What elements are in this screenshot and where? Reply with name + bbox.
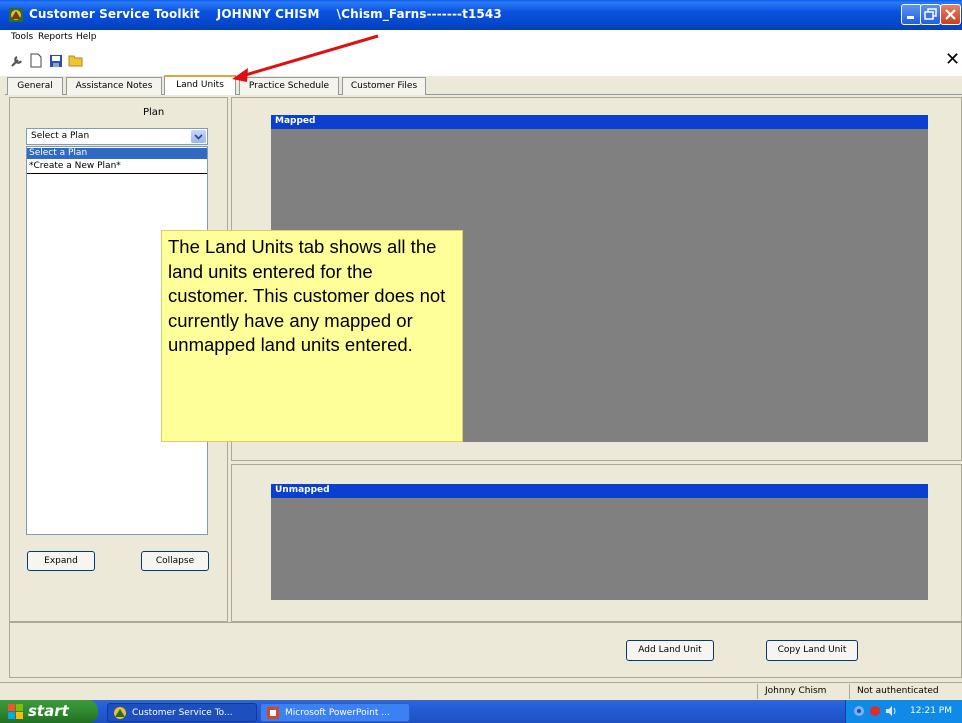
plan-select-value: Select a Plan bbox=[31, 131, 90, 141]
start-label: start bbox=[28, 702, 69, 720]
plan-option-create[interactable]: *Create a New Plan* bbox=[27, 161, 207, 172]
open-folder-icon[interactable] bbox=[68, 54, 84, 67]
plan-list-divider bbox=[27, 173, 207, 174]
shield-icon[interactable] bbox=[869, 705, 881, 717]
tray-clock: 12:21 PM bbox=[910, 706, 952, 716]
start-button[interactable]: start bbox=[0, 700, 98, 723]
plan-select[interactable]: Select a Plan bbox=[26, 128, 208, 145]
taskbar-item-toolkit-label: Customer Service To... bbox=[132, 708, 233, 718]
status-auth: Not authenticated bbox=[857, 686, 939, 696]
plan-option-selected[interactable]: Select a Plan bbox=[27, 148, 207, 159]
menu-help[interactable]: Help bbox=[76, 32, 97, 42]
window-title: Customer Service Toolkit JOHNNY CHISM \C… bbox=[29, 7, 502, 21]
maximize-button[interactable] bbox=[920, 4, 941, 25]
network-icon[interactable] bbox=[853, 705, 865, 717]
tab-general[interactable]: General bbox=[7, 77, 63, 95]
close-panel-icon[interactable]: ✕ bbox=[945, 49, 960, 70]
add-land-unit-button[interactable]: Add Land Unit bbox=[626, 640, 714, 661]
toolkit-app-icon bbox=[114, 707, 126, 719]
minimize-button[interactable] bbox=[901, 4, 922, 25]
tab-assistance-notes[interactable]: Assistance Notes bbox=[66, 77, 162, 95]
status-user: Johnny Chism bbox=[765, 686, 827, 696]
menu-bar bbox=[0, 30, 962, 46]
plan-heading: Plan bbox=[143, 107, 165, 118]
taskbar-item-powerpoint-label: Microsoft PowerPoint ... bbox=[285, 708, 390, 718]
taskbar-item-powerpoint[interactable]: Microsoft PowerPoint ... bbox=[260, 703, 410, 722]
chevron-down-icon[interactable] bbox=[191, 130, 206, 143]
toolbar bbox=[0, 46, 962, 76]
taskbar-item-toolkit[interactable]: Customer Service To... bbox=[107, 703, 257, 722]
powerpoint-icon bbox=[267, 707, 279, 719]
new-document-icon[interactable] bbox=[30, 53, 42, 68]
status-divider-2 bbox=[849, 684, 850, 699]
status-divider-1 bbox=[757, 684, 758, 699]
windows-logo-icon bbox=[8, 704, 23, 719]
save-icon[interactable] bbox=[49, 54, 63, 68]
menu-reports[interactable]: Reports bbox=[38, 32, 73, 42]
annotation-arrow bbox=[232, 34, 379, 82]
wrench-icon[interactable] bbox=[10, 54, 24, 68]
mapped-header: Mapped bbox=[271, 115, 928, 129]
copy-land-unit-button[interactable]: Copy Land Unit bbox=[766, 640, 858, 661]
volume-icon[interactable] bbox=[885, 705, 897, 717]
unmapped-grid[interactable] bbox=[271, 498, 928, 600]
expand-button[interactable]: Expand bbox=[27, 551, 95, 571]
callout-note: The Land Units tab shows all the land un… bbox=[161, 230, 463, 442]
menu-tools[interactable]: Tools bbox=[11, 32, 33, 42]
unmapped-header: Unmapped bbox=[271, 484, 928, 498]
collapse-button[interactable]: Collapse bbox=[141, 551, 209, 571]
close-window-button[interactable] bbox=[940, 4, 961, 25]
app-icon bbox=[8, 7, 24, 23]
system-tray: 12:21 PM bbox=[845, 700, 962, 723]
